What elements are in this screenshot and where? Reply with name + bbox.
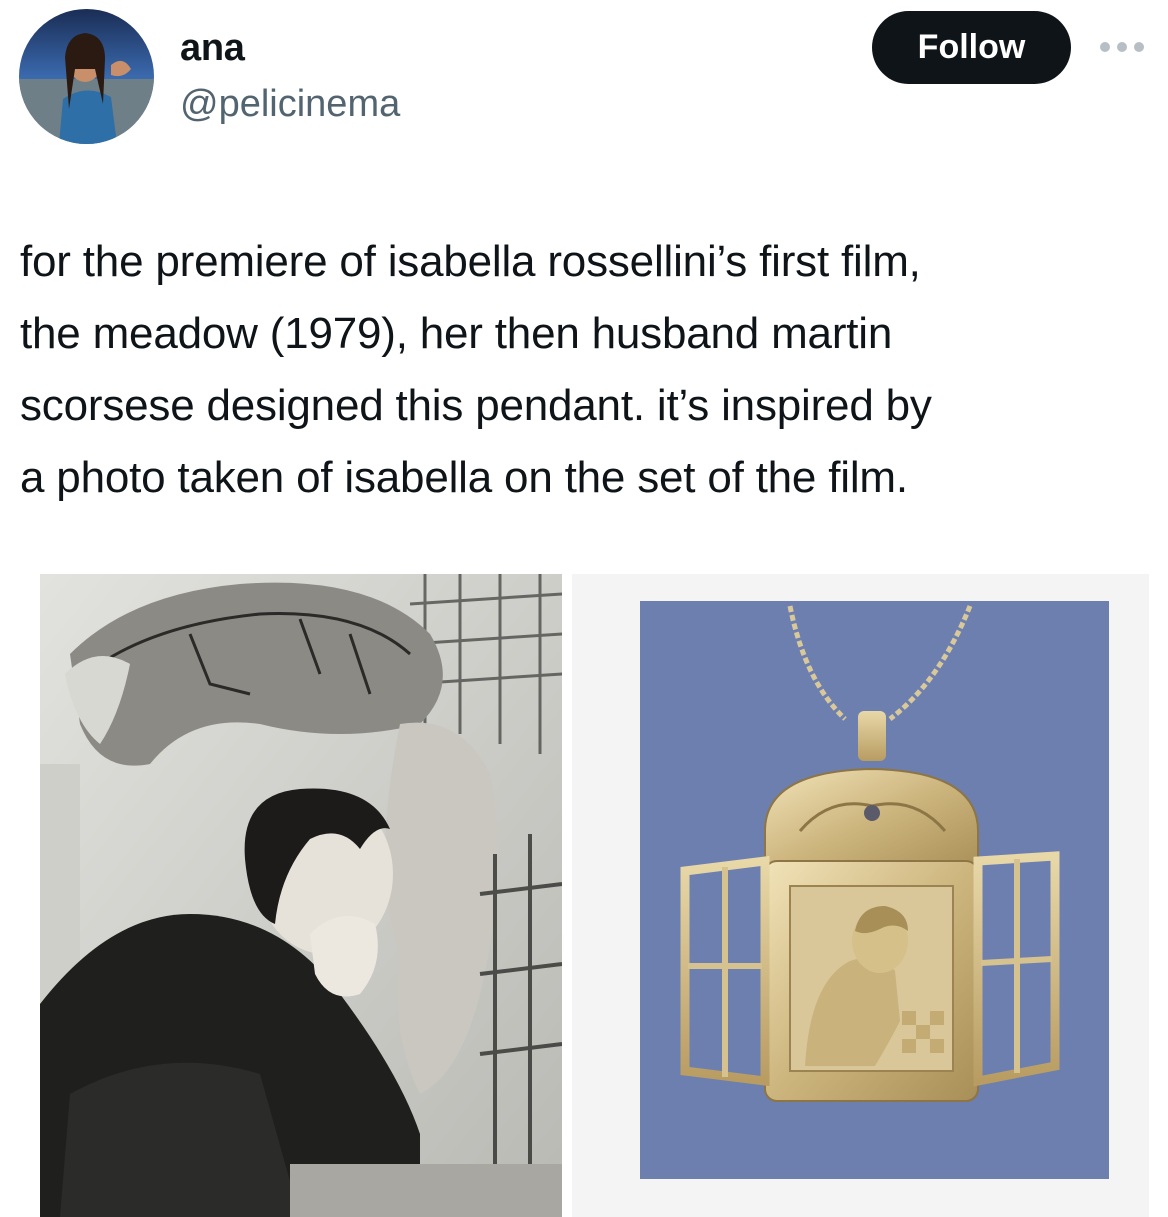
dot-icon [1100, 42, 1110, 52]
tweet-text-line: the meadow (1979), her then husband mart… [20, 309, 893, 358]
display-name[interactable]: ana [180, 26, 245, 70]
avatar[interactable] [19, 9, 154, 144]
black-and-white-photo [40, 574, 562, 1217]
tweet-image-bw-photo[interactable] [40, 574, 562, 1217]
tweet-image-pendant[interactable] [640, 601, 1109, 1179]
tweet-text-line: a photo taken of isabella on the set of … [20, 453, 908, 502]
follow-button[interactable]: Follow [872, 11, 1071, 84]
dot-icon [1117, 42, 1127, 52]
gold-pendant-photo [640, 601, 1109, 1179]
user-handle[interactable]: @pelicinema [180, 82, 400, 126]
tweet-text: for the premiere of isabella rossellini’… [20, 226, 1140, 514]
dot-icon [1134, 42, 1144, 52]
profile-photo-avatar [19, 9, 154, 144]
more-options-icon[interactable] [1100, 40, 1144, 54]
tweet-text-line: for the premiere of isabella rossellini’… [20, 237, 921, 286]
tweet-text-line: scorsese designed this pendant. it’s ins… [20, 381, 932, 430]
